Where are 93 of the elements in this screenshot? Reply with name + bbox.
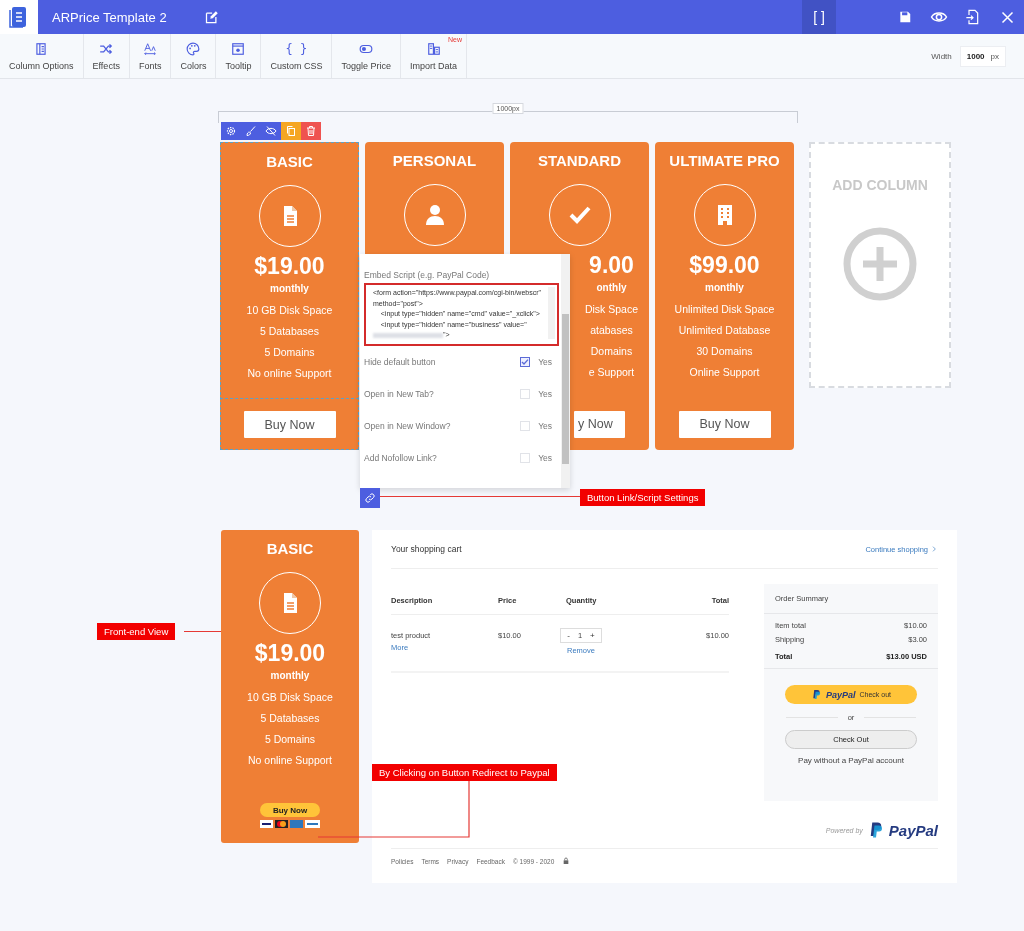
toolbar-item[interactable]: Tooltip (216, 34, 262, 78)
close-icon (999, 9, 1015, 25)
hide-button[interactable] (261, 122, 281, 140)
scrollbar[interactable] (561, 254, 570, 488)
width-label: Width (931, 51, 952, 61)
fullscreen-button[interactable]: [ ] (802, 0, 836, 34)
option-label: Open in New Window? (364, 421, 452, 431)
feature-text: 5 Databases (260, 711, 320, 726)
brush-icon (245, 125, 257, 137)
guest-checkout-note: Pay without a PayPal account (797, 756, 905, 765)
cart-title: Your shopping cart (391, 544, 462, 554)
toolbar-item[interactable]: Effects (83, 34, 130, 78)
checkbox[interactable] (520, 357, 531, 367)
callout-label: Button Link/Script Settings (580, 489, 706, 506)
feature-text: e Support (588, 365, 635, 380)
paypal-wordmark: PayPal (888, 821, 938, 839)
field-label: Embed Script (e.g. PayPal Code) (364, 270, 491, 280)
buy-now-button[interactable]: Buy Now (678, 410, 771, 438)
feature-text: 5 Databases (260, 324, 319, 339)
copy-icon (285, 125, 297, 137)
template-title: ARPrice Template 2 (52, 9, 168, 25)
pricing-column[interactable]: ULTIMATE PRO $99.00 monthly Unlimited Disk Space Unlimited Database 30 Domains Online Support Buy Now (655, 142, 794, 450)
toolbar-item[interactable]: Toggle Price (332, 34, 401, 78)
pricing-column[interactable]: BASIC $19.00 monthly 10 GB Disk Space 5 Databases 5 Domains No online Support Buy Now (220, 142, 359, 450)
plan-price: $19.00 (254, 253, 325, 281)
plan-price: $99.00 (689, 252, 760, 280)
feature-text: Disk Space (584, 302, 639, 317)
plan-title: PERSONAL (392, 152, 477, 170)
option-value: Yes (538, 453, 552, 463)
redacted-text (373, 332, 443, 338)
columns-icon (34, 41, 49, 56)
feature-text: 5 Domains (264, 732, 316, 747)
plan-price: $19.00 (254, 640, 326, 668)
paypal-buy-now-button[interactable]: Buy Now (260, 803, 320, 817)
delete-button[interactable] (301, 122, 321, 140)
callout-label: By Clicking on Button Redirect to Paypal (372, 764, 557, 781)
paypal-mark-icon (810, 689, 822, 700)
feature-text: No online Support (247, 753, 332, 768)
leader-line (184, 631, 221, 632)
feature-text: 5 Domains (264, 345, 315, 360)
toolbar-item[interactable]: Fonts (129, 34, 172, 78)
import-icon (426, 41, 441, 56)
shuffle-icon (99, 41, 114, 56)
plan-title: ULTIMATE PRO (669, 152, 780, 170)
buy-now-button[interactable]: Buy Now (243, 411, 336, 438)
buy-now-button[interactable]: y Now (574, 410, 625, 438)
feature-text: atabases (590, 323, 633, 338)
export-icon (965, 9, 981, 25)
billing-period: monthly (705, 282, 744, 295)
feature-text: 30 Domains (696, 344, 753, 359)
link-icon (364, 492, 376, 504)
plus-circle-icon (843, 227, 917, 301)
toolbar-item[interactable]: Column Options (0, 34, 84, 78)
plan-title: BASIC (266, 540, 314, 558)
settings-button[interactable] (221, 122, 241, 140)
edit-icon (203, 9, 219, 25)
billing-period: monthly (270, 283, 309, 296)
billing-period: monthly (270, 670, 310, 683)
feature-text: Domains (590, 344, 633, 359)
option-value: Yes (538, 357, 552, 367)
link-settings-button[interactable] (360, 488, 380, 508)
feature-text: 10 GB Disk Space (246, 303, 333, 318)
option-value: Yes (538, 421, 552, 431)
palette-icon (186, 41, 201, 56)
decrease-button[interactable]: - (567, 631, 570, 640)
plan-price: 9.00 (589, 252, 634, 280)
width-input[interactable]: 1000 px (959, 45, 1006, 67)
tooltip-icon (231, 41, 246, 56)
eye-off-icon (265, 125, 277, 137)
feature-text: No online Support (247, 366, 332, 381)
settings-icon (225, 125, 237, 137)
increase-button[interactable]: + (590, 631, 595, 640)
feature-text: Online Support (689, 365, 760, 380)
option-label: Open in New Tab? (364, 389, 435, 399)
callout-label: Front-end View (97, 623, 176, 640)
trash-icon (305, 125, 317, 137)
feature-text: Unlimited Disk Space (674, 302, 775, 317)
save-icon (898, 10, 912, 24)
toolbar-item[interactable]: Colors (171, 34, 217, 78)
plan-title: BASIC (266, 153, 313, 171)
feature-text: Unlimited Database (678, 323, 771, 338)
feature-text: 10 GB Disk Space (247, 690, 333, 705)
chevron-icon (930, 545, 938, 553)
card-logos-drawing (260, 820, 320, 828)
toolbar-item[interactable]: { } Custom CSS (261, 34, 333, 78)
option-label: Add Nofollow Link? (364, 453, 438, 463)
option-value: Yes (538, 389, 552, 399)
option-label: Hide default button (364, 357, 437, 367)
lock-icon (562, 857, 571, 865)
font-icon (143, 41, 158, 56)
duplicate-button[interactable] (281, 122, 301, 140)
plan-title: STANDARD (537, 152, 622, 170)
billing-period: onthly (596, 282, 627, 295)
